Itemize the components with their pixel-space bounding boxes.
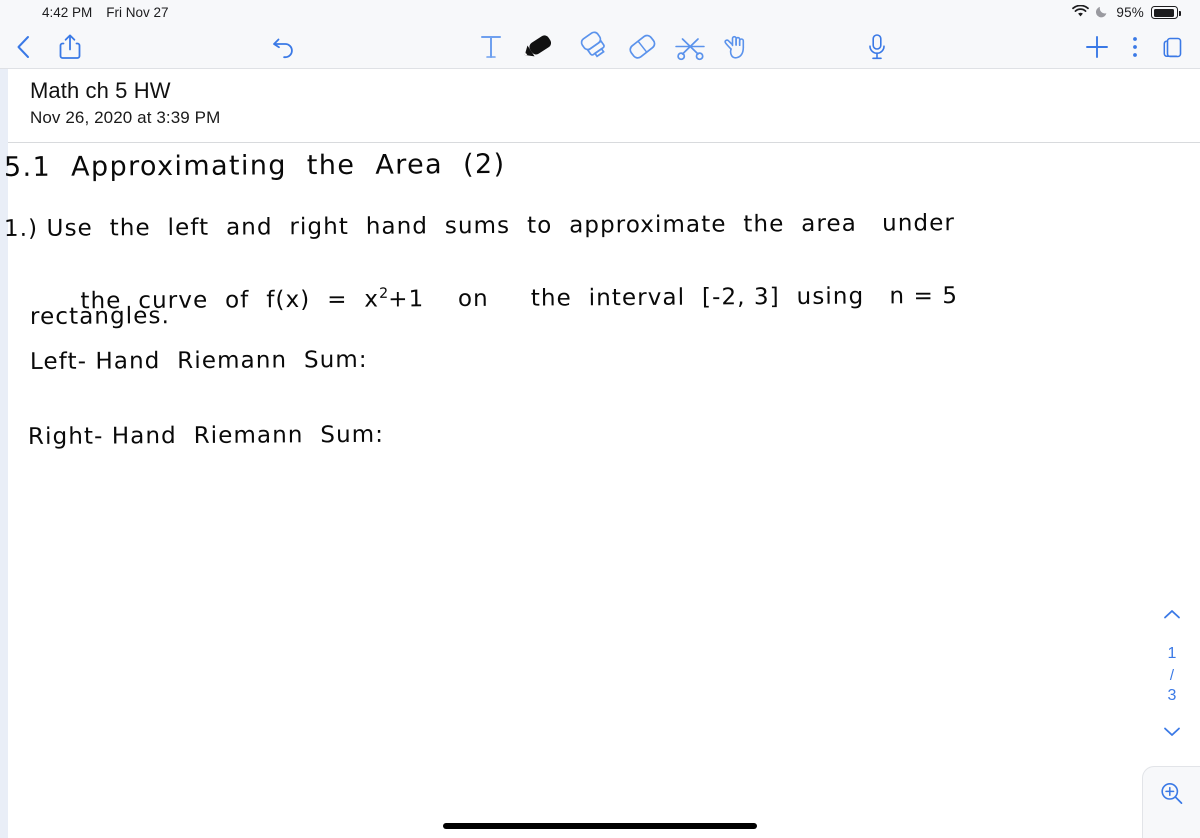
exponent-two: 2 [378, 285, 389, 302]
eraser-tool[interactable] [624, 25, 660, 69]
toolbar-right-group [1084, 25, 1186, 69]
do-not-disturb-moon-icon [1096, 5, 1109, 21]
handwriting-heading: 5.1 Approximating the Area (2) [3, 148, 506, 183]
back-button[interactable] [14, 25, 34, 69]
next-page-button[interactable] [1162, 725, 1182, 743]
home-indicator[interactable] [443, 823, 757, 829]
scissors-tool[interactable] [674, 25, 708, 69]
ipad-notes-app: 4:42 PM Fri Nov 27 95% Math ch 5 HW Nov … [0, 0, 1200, 838]
total-page-count: 3 [1167, 687, 1177, 705]
toolbar-left-group [0, 25, 82, 69]
left-margin-strip [0, 69, 8, 838]
current-page-number: 1 [1167, 645, 1177, 662]
status-bar: 4:42 PM Fri Nov 27 95% [0, 0, 1200, 25]
zoom-panel [1142, 766, 1200, 838]
note-canvas[interactable]: 5.1 Approximating the Area (2) 1.) Use t… [4, 144, 1200, 838]
document-date: Nov 26, 2020 at 3:39 PM [30, 108, 221, 127]
undo-button[interactable] [270, 25, 300, 69]
page-separator: / [1169, 666, 1175, 684]
status-bar-right: 95% [1072, 4, 1181, 21]
share-icon[interactable] [58, 25, 82, 69]
pen-tool[interactable] [518, 25, 558, 69]
document-header: Math ch 5 HW Nov 26, 2020 at 3:39 PM [0, 69, 1200, 143]
battery-icon [1151, 6, 1181, 19]
handwriting-line-2-part-b: +1 on the interval [-2, 3] using n = 5 [388, 282, 959, 313]
handwriting-left-hand-sum-label: Left- Hand Riemann Sum: [29, 346, 368, 375]
page-title[interactable]: Math ch 5 HW [30, 78, 1200, 104]
microphone-icon[interactable] [866, 25, 888, 69]
page-navigator: 1 / 3 [1154, 608, 1190, 743]
handwriting-line-3: rectangles. [29, 303, 171, 330]
text-tool[interactable] [478, 25, 504, 69]
pages-icon[interactable] [1160, 25, 1186, 69]
status-time: 4:42 PM [42, 5, 93, 20]
more-menu-button[interactable] [1132, 25, 1138, 69]
status-bar-left: 4:42 PM Fri Nov 27 [42, 5, 169, 20]
tool-palette [478, 25, 754, 69]
zoom-in-icon[interactable] [1157, 779, 1187, 814]
battery-percent: 95% [1116, 5, 1144, 20]
status-date: Fri Nov 27 [106, 5, 169, 20]
handwriting-right-hand-sum-label: Right- Hand Riemann Sum: [27, 421, 385, 450]
handwriting-line-1: 1.) Use the left and right hand sums to … [3, 210, 956, 242]
highlighter-tool[interactable] [572, 25, 610, 69]
wifi-icon [1072, 4, 1090, 21]
add-button[interactable] [1084, 25, 1110, 69]
previous-page-button[interactable] [1162, 608, 1182, 626]
toolbar [0, 25, 1200, 69]
hand-tool[interactable] [722, 25, 754, 69]
